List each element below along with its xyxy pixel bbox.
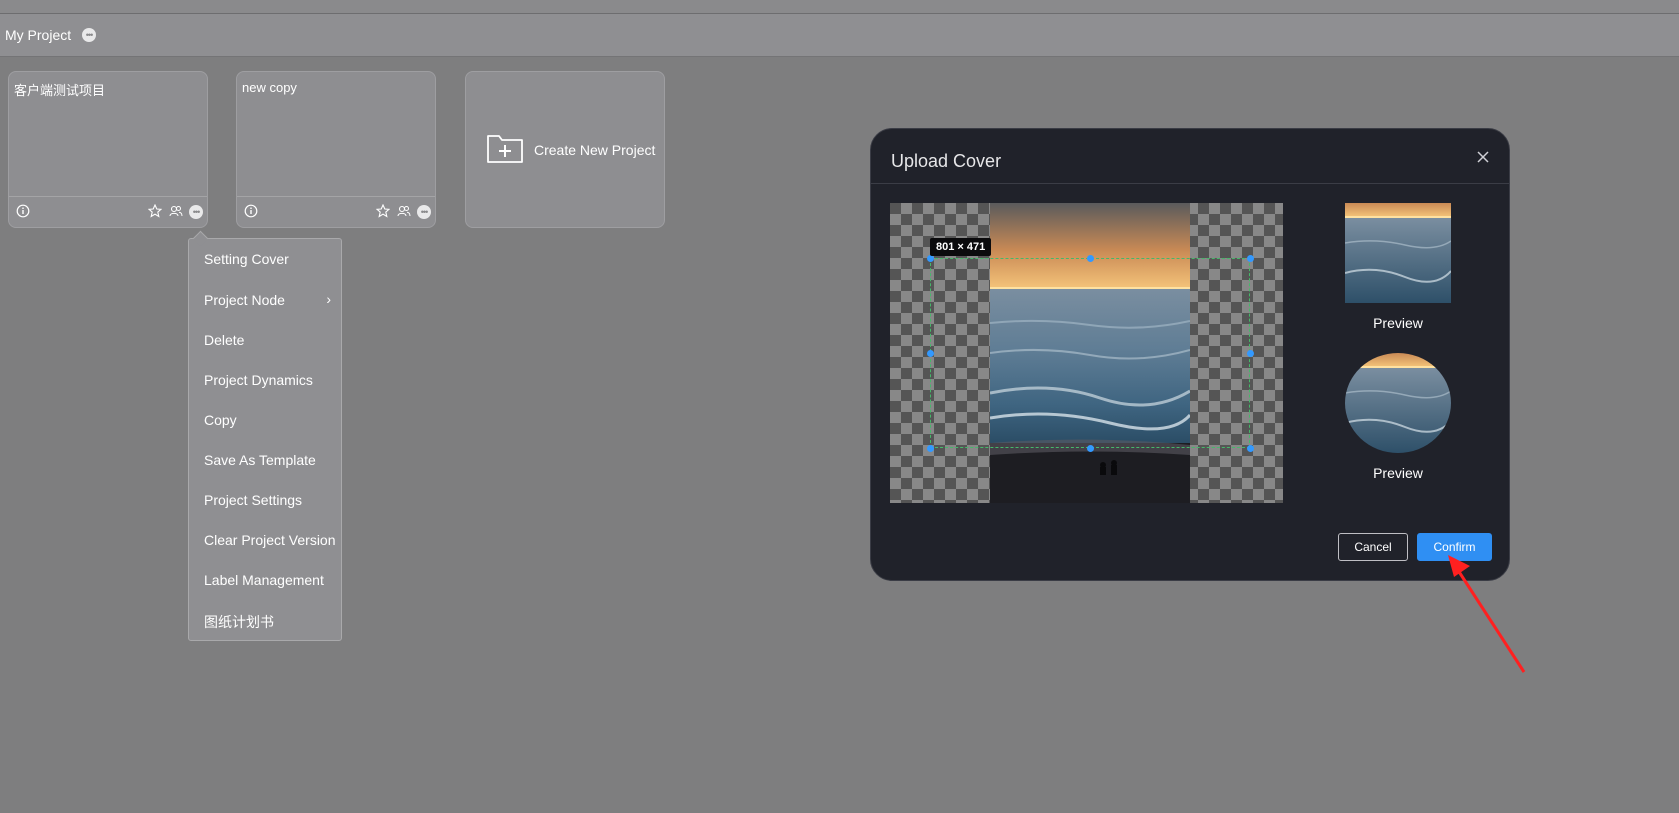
crop-handle[interactable] [1087,445,1094,452]
star-icon[interactable] [148,204,162,218]
info-icon[interactable] [244,204,258,218]
page-header: My Project ••• [0,14,1679,57]
project-name: 客户端测试项目 [14,83,106,98]
crop-handle[interactable] [1247,445,1254,452]
menu-item-copy[interactable]: Copy [204,412,237,428]
menu-item-project-settings[interactable]: Project Settings [204,492,302,508]
menu-caret [192,230,209,247]
menu-item-delete[interactable]: Delete [204,332,244,348]
project-name: new copy [242,80,297,95]
image-cropper[interactable]: 801 × 471 [890,203,1283,503]
crop-handle[interactable] [1087,255,1094,262]
crop-handle[interactable] [1247,350,1254,357]
preview-round [1345,353,1451,453]
preview-label: Preview [1373,315,1423,331]
folder-plus-icon [487,135,523,163]
crop-handle[interactable] [1247,255,1254,262]
create-project-card[interactable]: Create New Project [465,71,665,228]
dialog-title: Upload Cover [891,151,1002,171]
members-icon[interactable] [169,204,183,218]
preview-rect [1345,203,1451,303]
menu-item-project-dynamics[interactable]: Project Dynamics [204,372,313,388]
project-card[interactable]: new copy ••• [236,71,436,228]
project-context-menu: Setting Cover Project Node › Delete Proj… [188,230,342,641]
project-card-footer: ••• [237,196,435,227]
crop-handle[interactable] [927,445,934,452]
annotation-arrow [1448,555,1526,673]
crop-size-label: 801 × 471 [930,238,992,256]
page-title: My Project [5,27,72,43]
top-strip [0,0,1679,14]
project-card-footer: ••• [9,196,207,227]
members-icon[interactable] [397,204,411,218]
dialog-divider [871,183,1509,184]
preview-label: Preview [1373,465,1423,481]
upload-cover-dialog: Upload Cover 801 × 471 Preview Preview C… [870,128,1510,581]
menu-item-save-as-template[interactable]: Save As Template [204,452,316,468]
star-icon[interactable] [376,204,390,218]
chevron-right-icon: › [326,291,331,307]
crop-handle[interactable] [927,255,934,262]
close-icon[interactable] [1475,149,1491,165]
menu-item-drawing-plan[interactable]: 图纸计划书 [204,612,274,632]
card-more-icon[interactable]: ••• [189,205,203,219]
project-card[interactable]: 客户端测试项目 ••• [8,71,208,228]
card-more-icon[interactable]: ••• [417,205,431,219]
cancel-button[interactable]: Cancel [1338,533,1408,561]
crop-frame[interactable] [930,258,1250,448]
crop-handle[interactable] [927,350,934,357]
menu-item-setting-cover[interactable]: Setting Cover [204,251,289,267]
info-icon[interactable] [16,204,30,218]
menu-item-project-node[interactable]: Project Node [204,292,285,308]
header-more-icon[interactable]: ••• [82,28,96,42]
menu-item-clear-project-version[interactable]: Clear Project Version [204,532,336,548]
menu-item-label-management[interactable]: Label Management [204,572,324,588]
create-project-label: Create New Project [534,142,656,158]
